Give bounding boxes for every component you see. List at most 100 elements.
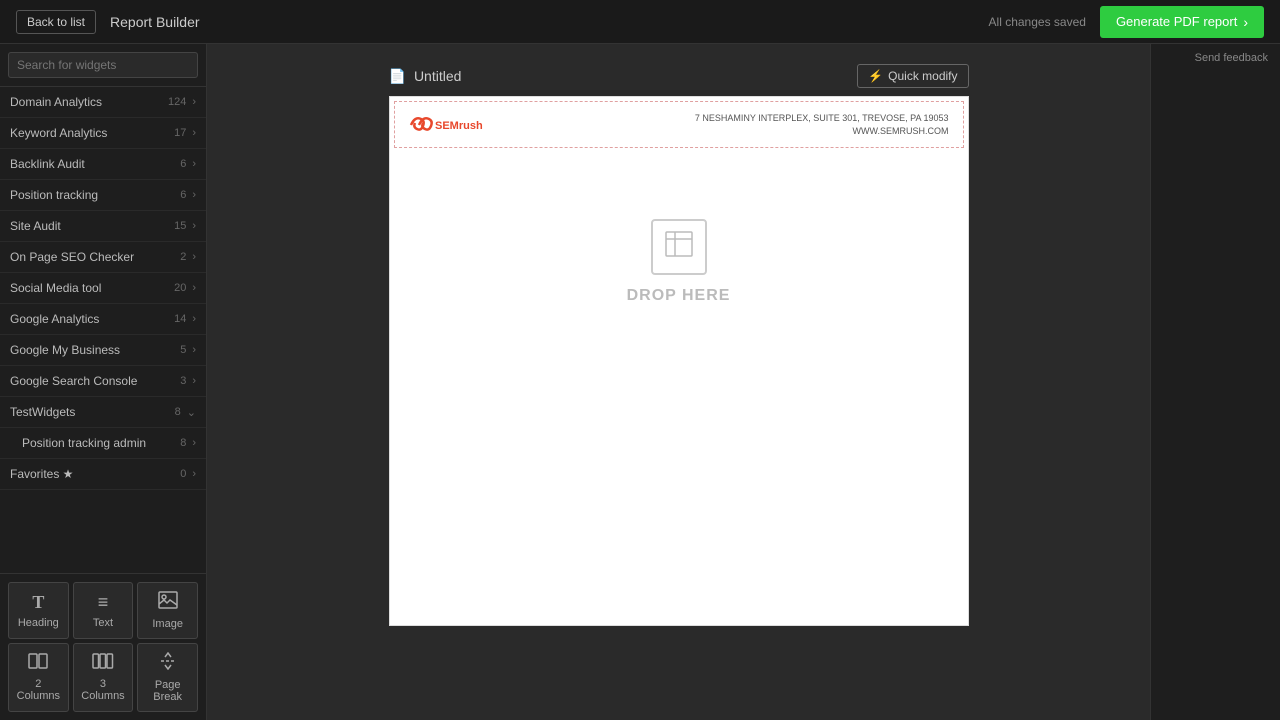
semrush-logo-svg: SEMrush (409, 114, 489, 136)
sidebar-item-test-widgets[interactable]: TestWidgets 8 ⌄ (0, 397, 206, 428)
sidebar-item-count: 3 (180, 375, 186, 387)
page-break-tool-button[interactable]: Page Break (137, 643, 198, 712)
text-icon: ≡ (98, 592, 109, 613)
heading-icon: T (32, 592, 44, 613)
image-icon (158, 591, 178, 614)
sidebar-item-label: Keyword Analytics (10, 126, 107, 140)
chevron-right-icon: › (192, 158, 196, 170)
sidebar-item-count: 5 (180, 344, 186, 356)
chevron-right-icon: › (192, 96, 196, 108)
sidebar-item-google-search-console[interactable]: Google Search Console 3 › (0, 366, 206, 397)
sidebar-item-label: Site Audit (10, 219, 61, 233)
sidebar-item-label: TestWidgets (10, 405, 75, 419)
sidebar-item-label: Google Analytics (10, 312, 99, 326)
document-icon: 📄 (389, 68, 406, 85)
heading-tool-button[interactable]: T Heading (8, 582, 69, 639)
report-title-area: 📄 Untitled (389, 68, 462, 85)
chevron-right-icon: › (192, 437, 196, 449)
sidebar-item-count: 8 (175, 406, 181, 418)
chevron-right-icon: › (192, 220, 196, 232)
page-break-tool-label: Page Break (142, 679, 193, 703)
sidebar-sub-item-position-tracking-admin[interactable]: Position tracking admin 8 › (0, 428, 206, 459)
sidebar-item-right: 124 › (168, 96, 196, 108)
sidebar-item-right: 3 › (180, 375, 196, 387)
sidebar-item-on-page-seo-checker[interactable]: On Page SEO Checker 2 › (0, 242, 206, 273)
sidebar-item-right: 0 › (180, 468, 196, 480)
quick-modify-label: Quick modify (888, 69, 957, 83)
sidebar-items: Domain Analytics 124 › Keyword Analytics… (0, 87, 206, 573)
sidebar-item-count: 6 (180, 189, 186, 201)
sidebar-item-label: Favorites ★ (10, 467, 73, 481)
arrow-icon: › (1243, 14, 1248, 30)
search-input[interactable] (8, 52, 198, 78)
report-header: 📄 Untitled ⚡ Quick modify (389, 64, 969, 88)
sidebar-item-count: 14 (174, 313, 186, 325)
send-feedback-link[interactable]: Send feedback (1195, 52, 1268, 64)
saved-status: All changes saved (989, 15, 1086, 29)
sidebar-item-count: 15 (174, 220, 186, 232)
sidebar-item-right: 17 › (174, 127, 196, 139)
sidebar-item-keyword-analytics[interactable]: Keyword Analytics 17 › (0, 118, 206, 149)
chevron-right-icon: › (192, 189, 196, 201)
chevron-right-icon: › (192, 282, 196, 294)
chevron-right-icon: › (192, 344, 196, 356)
sidebar-item-right: 6 › (180, 158, 196, 170)
search-box (0, 44, 206, 87)
sidebar-item-right: 20 › (174, 282, 196, 294)
sidebar-item-count: 17 (174, 127, 186, 139)
sidebar-item-count: 2 (180, 251, 186, 263)
sidebar-item-favorites[interactable]: Favorites ★ 0 › (0, 459, 206, 490)
sidebar-item-label: Google Search Console (10, 374, 137, 388)
sidebar-item-right: 2 › (180, 251, 196, 263)
drop-icon (651, 219, 707, 275)
sidebar-item-right: 15 › (174, 220, 196, 232)
chevron-right-icon: › (192, 375, 196, 387)
two-columns-tool-label: 2 Columns (13, 678, 64, 702)
drop-here-area[interactable]: DROP HERE (390, 152, 968, 372)
two-columns-icon (28, 653, 48, 674)
sidebar-item-label: Position tracking admin (22, 436, 146, 450)
canvas-header: SEMrush 7 NESHAMINY INTERPLEX, SUITE 301… (394, 101, 964, 148)
sidebar-item-count: 8 (180, 437, 186, 449)
sidebar-item-right: 14 › (174, 313, 196, 325)
sidebar-item-label: On Page SEO Checker (10, 250, 134, 264)
text-tool-button[interactable]: ≡ Text (73, 582, 134, 639)
sidebar-item-right: 5 › (180, 344, 196, 356)
three-columns-tool-button[interactable]: 3 Columns (73, 643, 134, 712)
sidebar-item-backlink-audit[interactable]: Backlink Audit 6 › (0, 149, 206, 180)
sidebar-item-google-my-business[interactable]: Google My Business 5 › (0, 335, 206, 366)
report-canvas: SEMrush 7 NESHAMINY INTERPLEX, SUITE 301… (389, 96, 969, 626)
quick-modify-button[interactable]: ⚡ Quick modify (857, 64, 968, 88)
text-tool-label: Text (93, 617, 113, 629)
main-layout: Domain Analytics 124 › Keyword Analytics… (0, 44, 1280, 720)
lightning-icon: ⚡ (868, 69, 883, 83)
sidebar-item-count: 20 (174, 282, 186, 294)
report-title: Untitled (414, 68, 461, 84)
sidebar-item-label: Google My Business (10, 343, 120, 357)
right-panel: Send feedback (1150, 44, 1280, 720)
sidebar-item-google-analytics[interactable]: Google Analytics 14 › (0, 304, 206, 335)
image-tool-button[interactable]: Image (137, 582, 198, 639)
sidebar-item-label: Position tracking (10, 188, 98, 202)
sidebar-item-count: 124 (168, 96, 186, 108)
address-line2: WWW.SEMRUSH.COM (695, 125, 949, 138)
chevron-right-icon: › (192, 127, 196, 139)
sidebar-item-label: Domain Analytics (10, 95, 102, 109)
image-tool-label: Image (152, 618, 183, 630)
generate-pdf-button[interactable]: Generate PDF report › (1100, 6, 1264, 38)
logo-address-area: 7 NESHAMINY INTERPLEX, SUITE 301, TREVOS… (695, 112, 949, 137)
page-title: Report Builder (110, 14, 200, 30)
heading-tool-label: Heading (18, 617, 59, 629)
sidebar-item-social-media-tool[interactable]: Social Media tool 20 › (0, 273, 206, 304)
semrush-logo: SEMrush (409, 114, 489, 136)
sidebar-item-position-tracking[interactable]: Position tracking 6 › (0, 180, 206, 211)
topbar-right: All changes saved Generate PDF report › (989, 6, 1264, 38)
topbar-left: Back to list Report Builder (16, 10, 200, 34)
sidebar-item-right: 6 › (180, 189, 196, 201)
two-columns-tool-button[interactable]: 2 Columns (8, 643, 69, 712)
sidebar-item-label: Backlink Audit (10, 157, 85, 171)
sidebar-item-domain-analytics[interactable]: Domain Analytics 124 › (0, 87, 206, 118)
back-to-list-button[interactable]: Back to list (16, 10, 96, 34)
sidebar-item-site-audit[interactable]: Site Audit 15 › (0, 211, 206, 242)
sidebar: Domain Analytics 124 › Keyword Analytics… (0, 44, 207, 720)
